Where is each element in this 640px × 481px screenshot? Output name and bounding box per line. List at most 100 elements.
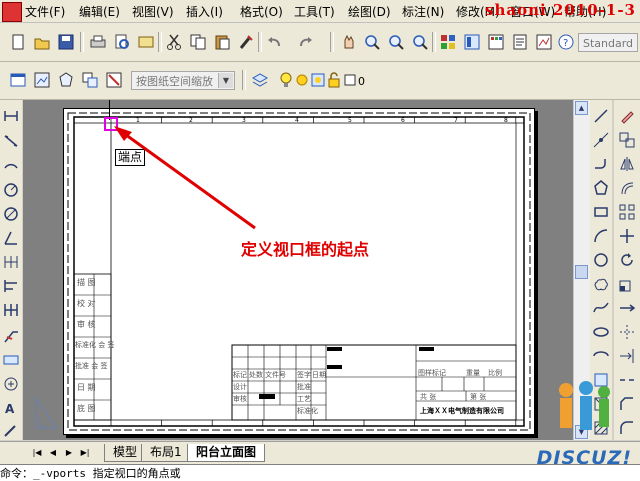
continue-dimension-icon[interactable] bbox=[1, 300, 21, 320]
clip-viewport-icon[interactable] bbox=[104, 70, 124, 90]
sheet-set-icon[interactable] bbox=[510, 32, 530, 52]
print-preview-icon[interactable] bbox=[112, 32, 132, 52]
app-icon[interactable] bbox=[2, 2, 22, 22]
radius-dimension-icon[interactable] bbox=[1, 180, 21, 200]
layer-name[interactable]: 0 bbox=[358, 75, 365, 88]
layer-manager-icon[interactable] bbox=[250, 70, 270, 90]
mirror-icon[interactable] bbox=[617, 154, 637, 174]
construction-line-icon[interactable] bbox=[591, 130, 611, 150]
tab-balcony-elevation[interactable]: 阳台立面图 bbox=[187, 444, 266, 462]
dimension-toolbar: A bbox=[0, 100, 22, 440]
first-tab-icon[interactable]: |◀ bbox=[30, 446, 44, 460]
publish-icon[interactable] bbox=[136, 32, 156, 52]
pan-realtime-icon[interactable] bbox=[338, 32, 358, 52]
command-line[interactable]: 命令：_-vports 指定视口的角点或 bbox=[0, 464, 640, 481]
menu-view[interactable]: 视图(V) bbox=[132, 3, 174, 19]
menu-insert[interactable]: 插入(I) bbox=[186, 3, 223, 19]
zoom-realtime-icon[interactable] bbox=[362, 32, 382, 52]
move-icon[interactable] bbox=[617, 226, 637, 246]
polyline-icon[interactable] bbox=[591, 154, 611, 174]
discuz-mascot-icon bbox=[559, 381, 610, 430]
extend-icon[interactable] bbox=[617, 346, 637, 366]
paste-icon[interactable] bbox=[212, 32, 232, 52]
menu-bar: 文件(F) 编辑(E) 视图(V) 插入(I) 格式(O) 工具(T) 绘图(D… bbox=[0, 0, 640, 23]
print-icon[interactable] bbox=[88, 32, 108, 52]
menu-tools[interactable]: 工具(T) bbox=[294, 3, 335, 19]
polygon-icon[interactable] bbox=[591, 178, 611, 198]
copy-object-icon[interactable] bbox=[617, 130, 637, 150]
watermark-text: shaoni 2010-1-3 bbox=[485, 1, 636, 19]
scroll-up-arrow-icon[interactable]: ▲ bbox=[575, 101, 588, 115]
ucs-triangle-icon bbox=[35, 396, 58, 429]
markup-icon[interactable] bbox=[534, 32, 554, 52]
tool-palettes-icon[interactable] bbox=[486, 32, 506, 52]
match-properties-icon[interactable] bbox=[236, 32, 256, 52]
single-viewport-icon[interactable] bbox=[32, 70, 52, 90]
convert-viewport-icon[interactable] bbox=[80, 70, 100, 90]
line-icon[interactable] bbox=[591, 106, 611, 126]
menu-format[interactable]: 格式(O) bbox=[240, 3, 283, 19]
baseline-dimension-icon[interactable] bbox=[1, 276, 21, 296]
stretch-icon[interactable] bbox=[617, 298, 637, 318]
linear-dimension-icon[interactable] bbox=[1, 106, 21, 126]
dimension-edit-icon[interactable]: A bbox=[1, 398, 21, 418]
text-style-combo[interactable]: Standard bbox=[578, 33, 638, 52]
leader-icon[interactable] bbox=[1, 326, 21, 346]
offset-icon[interactable] bbox=[617, 178, 637, 198]
aligned-dimension-icon[interactable] bbox=[1, 130, 21, 150]
dimension-text-edit-icon[interactable] bbox=[1, 420, 21, 440]
svg-text:A: A bbox=[5, 402, 15, 416]
tab-layout1[interactable]: 布局1 bbox=[141, 444, 191, 462]
center-mark-icon[interactable] bbox=[1, 374, 21, 394]
arc-length-icon[interactable] bbox=[1, 154, 21, 174]
help-icon[interactable]: ? bbox=[556, 32, 576, 52]
quick-dimension-icon[interactable] bbox=[1, 252, 21, 272]
layers-toolbar: 按图纸空间缩放 ▼ 0 bbox=[0, 62, 640, 100]
menu-edit[interactable]: 编辑(E) bbox=[79, 3, 120, 19]
arc-icon[interactable] bbox=[591, 226, 611, 246]
zoom-previous-icon[interactable] bbox=[410, 32, 430, 52]
scroll-thumb[interactable] bbox=[575, 265, 588, 279]
layer-color-square-icon[interactable] bbox=[340, 70, 360, 90]
spline-icon[interactable] bbox=[591, 298, 611, 318]
design-center-icon[interactable] bbox=[462, 32, 482, 52]
polygonal-viewport-icon[interactable] bbox=[56, 70, 76, 90]
next-tab-icon[interactable]: ▶ bbox=[62, 446, 76, 460]
circle-icon[interactable] bbox=[591, 250, 611, 270]
menu-dimension[interactable]: 标注(N) bbox=[402, 3, 444, 19]
menu-draw[interactable]: 绘图(D) bbox=[348, 3, 391, 19]
revision-cloud-icon[interactable] bbox=[591, 274, 611, 294]
open-file-icon[interactable] bbox=[32, 32, 52, 52]
zoom-window-icon[interactable] bbox=[386, 32, 406, 52]
viewport-scale-combo[interactable]: 按图纸空间缩放 ▼ bbox=[131, 71, 235, 90]
ellipse-icon[interactable] bbox=[591, 322, 611, 342]
copy-icon[interactable] bbox=[188, 32, 208, 52]
rotate-icon[interactable] bbox=[617, 250, 637, 270]
viewport-dialog-icon[interactable] bbox=[8, 70, 28, 90]
trim-icon[interactable] bbox=[617, 322, 637, 342]
chevron-down-icon[interactable]: ▼ bbox=[218, 73, 233, 88]
prev-tab-icon[interactable]: ◀ bbox=[46, 446, 60, 460]
annotation-text: 定义视口框的起点 bbox=[241, 240, 370, 259]
tab-model[interactable]: 模型 bbox=[104, 444, 147, 462]
annotation-arrow bbox=[114, 126, 256, 230]
angular-dimension-icon[interactable] bbox=[1, 228, 21, 248]
save-icon[interactable] bbox=[56, 32, 76, 52]
ellipse-arc-icon[interactable] bbox=[591, 346, 611, 366]
svg-text:?: ? bbox=[563, 38, 568, 49]
erase-icon[interactable] bbox=[617, 106, 637, 126]
redo-icon[interactable] bbox=[296, 32, 316, 52]
cut-icon[interactable] bbox=[164, 32, 184, 52]
rectangle-icon[interactable] bbox=[591, 202, 611, 222]
properties-icon[interactable] bbox=[438, 32, 458, 52]
tolerance-icon[interactable] bbox=[1, 350, 21, 370]
drawing-area[interactable]: 描 图 校 对 审 核 标准化 会 签 批准 会 签 日 期 底 图 标记 处数… bbox=[23, 100, 590, 440]
last-tab-icon[interactable]: ▶| bbox=[78, 446, 92, 460]
diameter-dimension-icon[interactable] bbox=[1, 204, 21, 224]
new-file-icon[interactable] bbox=[8, 32, 28, 52]
undo-icon[interactable] bbox=[264, 32, 284, 52]
scale-icon[interactable] bbox=[617, 274, 637, 294]
standard-toolbar: ? Standard bbox=[0, 23, 640, 62]
array-icon[interactable] bbox=[617, 202, 637, 222]
menu-file[interactable]: 文件(F) bbox=[25, 3, 65, 19]
